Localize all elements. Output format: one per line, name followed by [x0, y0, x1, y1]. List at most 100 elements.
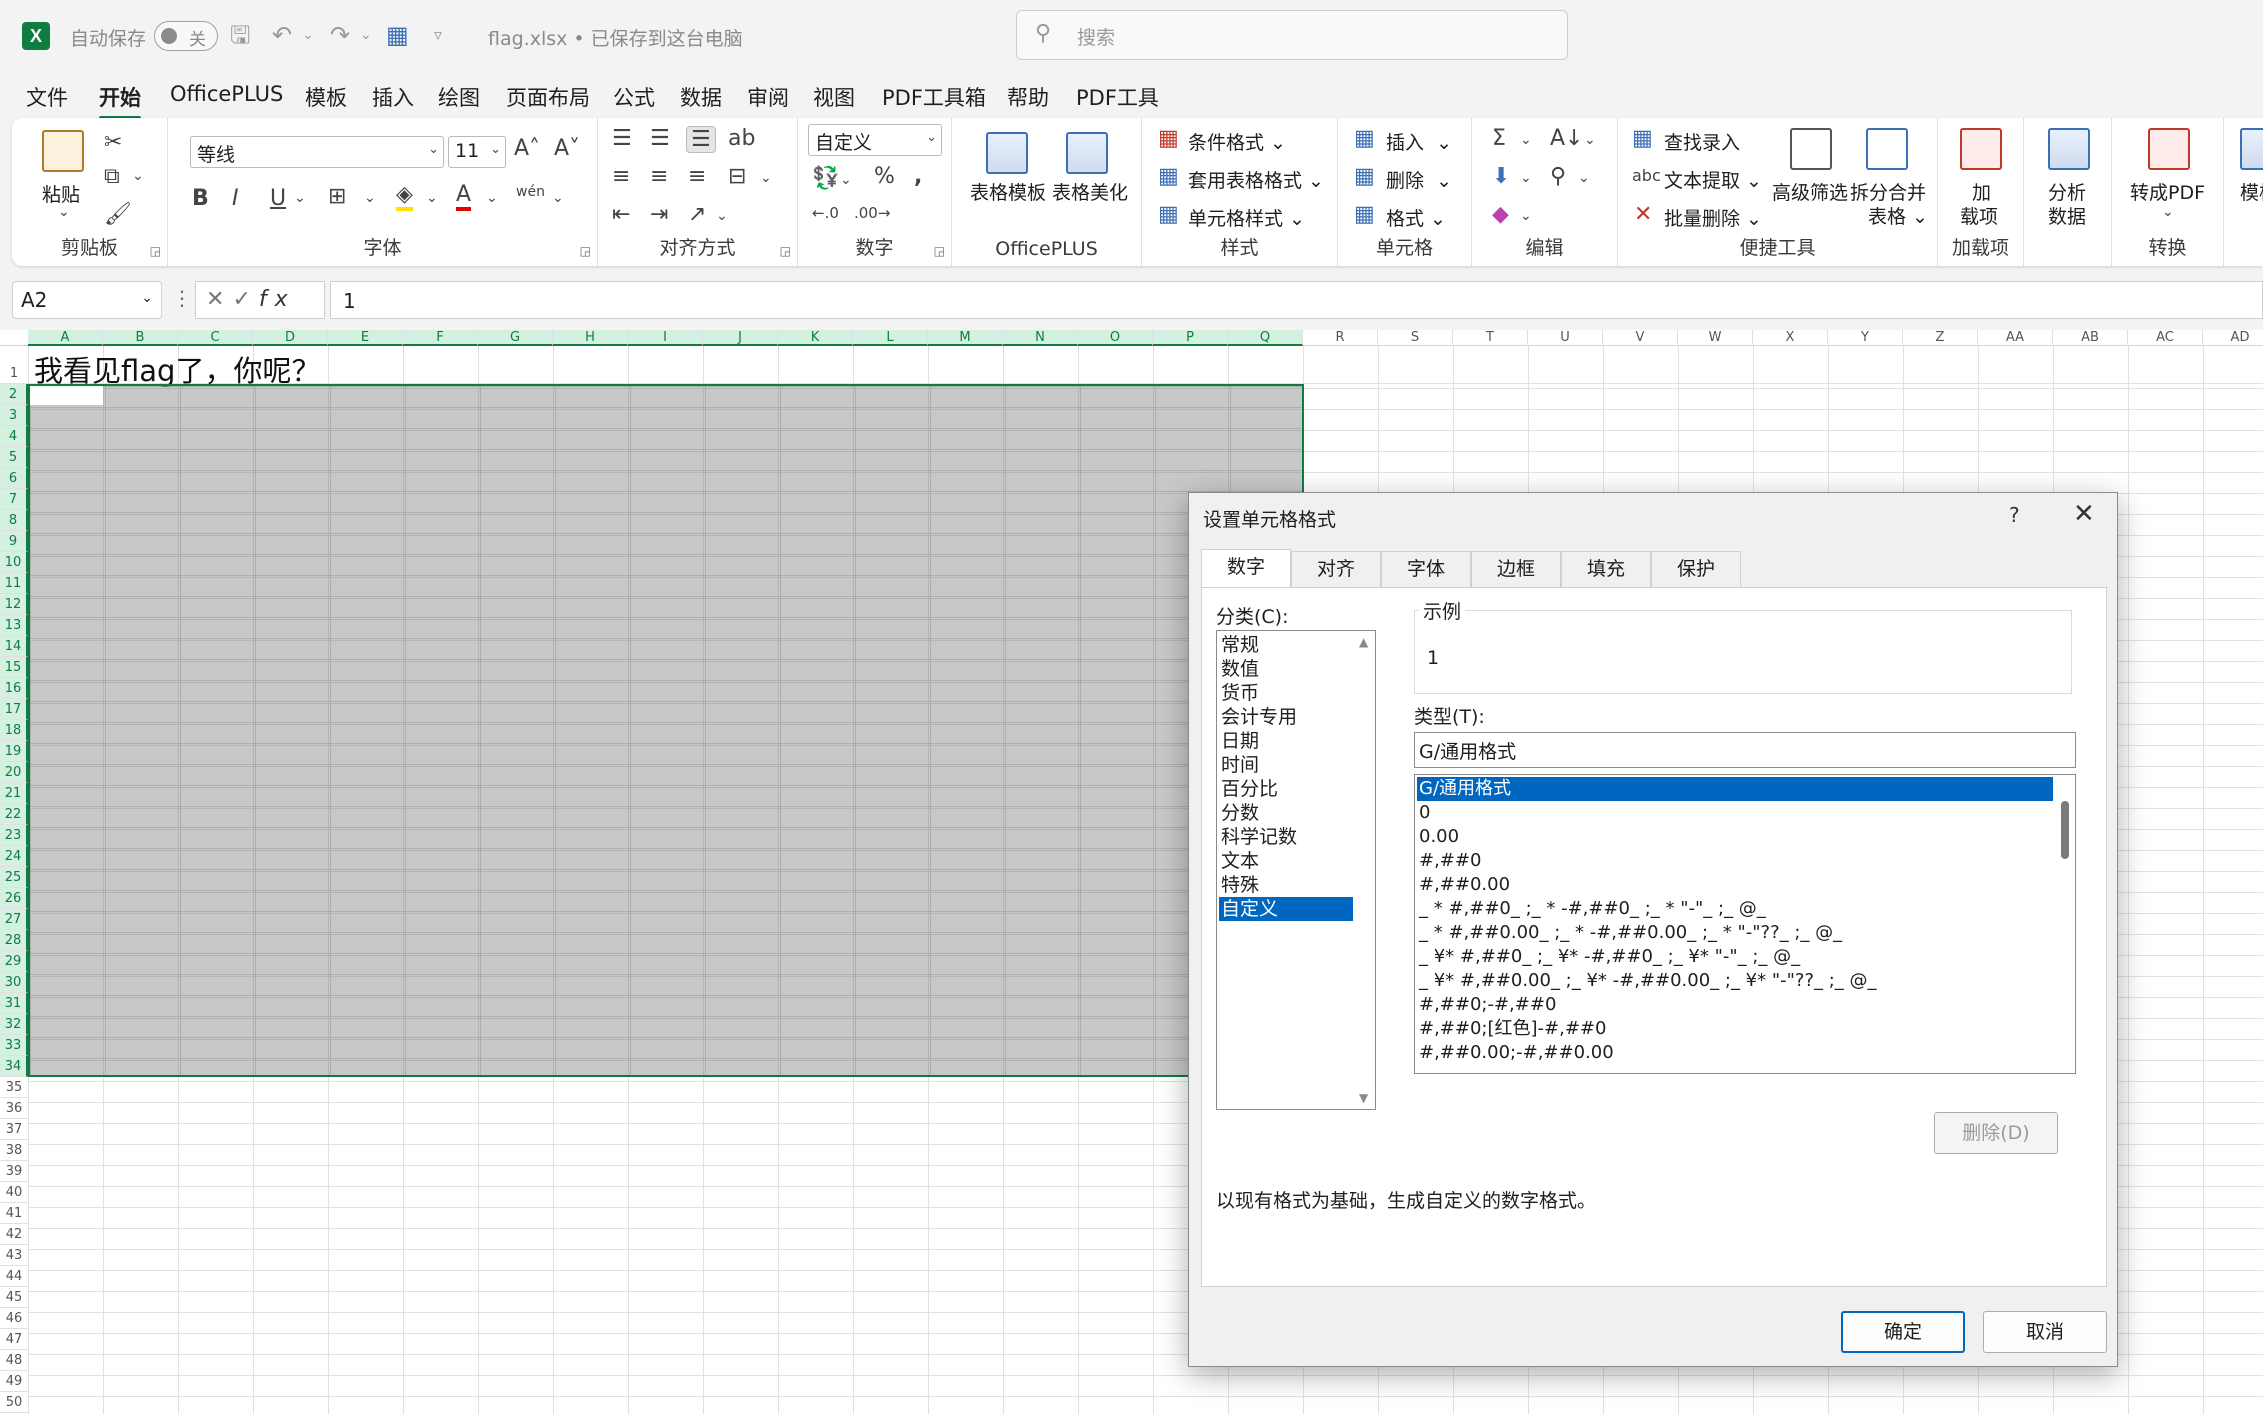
row-header[interactable]: 2 [0, 384, 28, 405]
addins-button-line2[interactable]: 载项 [1960, 202, 1998, 229]
row-header[interactable]: 43 [0, 1245, 28, 1266]
format-item[interactable]: G/通用格式 [1417, 777, 2053, 801]
table-style-icon[interactable]: ▦ [1158, 164, 1179, 189]
row-header[interactable]: 26 [0, 888, 28, 909]
delete-cells-icon[interactable]: ▦ [1354, 164, 1375, 189]
scroll-down-icon[interactable]: ▼ [1359, 1091, 1368, 1105]
orientation-icon[interactable]: ↗ [688, 202, 706, 227]
tab-fill[interactable]: 填充 [1561, 551, 1651, 587]
clipboard-launcher-icon[interactable]: ◲ [150, 244, 161, 258]
cancel-edit-icon[interactable]: ✕ [206, 287, 232, 312]
format-item[interactable]: #,##0;-#,##0 [1417, 993, 2053, 1017]
align-right-icon[interactable]: ≡ [688, 164, 706, 189]
table-template-button[interactable]: 表格模板 [970, 178, 1046, 205]
underline-dropdown-icon[interactable]: ⌄ [294, 190, 306, 206]
menu-data[interactable]: 数据 [680, 82, 722, 112]
undo-dropdown-icon[interactable]: ⌄ [302, 20, 314, 50]
row-header[interactable]: 3 [0, 405, 28, 426]
row-header[interactable]: 14 [0, 636, 28, 657]
analyze-data-line1[interactable]: 分析 [2048, 178, 2086, 205]
column-header[interactable]: Y [1828, 330, 1903, 346]
row-header[interactable]: 11 [0, 573, 28, 594]
format-scrollbar[interactable] [2055, 775, 2075, 1073]
accounting-dropdown-icon[interactable]: ⌄ [840, 172, 852, 188]
column-header[interactable]: L [853, 330, 928, 346]
percent-icon[interactable]: % [874, 164, 895, 189]
category-item[interactable]: 文本 [1219, 849, 1353, 873]
cell-style-icon[interactable]: ▦ [1158, 202, 1179, 227]
row-header[interactable]: 46 [0, 1308, 28, 1329]
row-header[interactable]: 16 [0, 678, 28, 699]
comma-style-icon[interactable]: , [914, 164, 922, 189]
column-header[interactable]: O [1078, 330, 1153, 346]
ok-button[interactable]: 确定 [1841, 1311, 1965, 1353]
clear-dropdown-icon[interactable]: ⌄ [1520, 208, 1532, 224]
scroll-up-icon[interactable]: ▲ [1359, 635, 1368, 649]
active-cell-a2[interactable] [30, 386, 103, 405]
clear-icon[interactable]: ◆ [1492, 202, 1509, 227]
pdf-icon[interactable] [2148, 128, 2190, 170]
column-header[interactable]: A [28, 330, 103, 346]
increase-indent-icon[interactable]: ⇥ [650, 202, 668, 227]
category-item[interactable]: 自定义 [1219, 897, 1353, 921]
decrease-font-icon[interactable]: A˅ [554, 136, 580, 161]
table-beautify-icon[interactable] [1066, 132, 1108, 174]
table-style-button[interactable]: 套用表格格式 ⌄ [1188, 166, 1324, 193]
cancel-button[interactable]: 取消 [1983, 1311, 2107, 1353]
increase-decimal-icon[interactable]: ←.0 [812, 204, 839, 222]
tab-alignment[interactable]: 对齐 [1291, 551, 1381, 587]
column-header[interactable]: D [253, 330, 328, 346]
autosum-dropdown-icon[interactable]: ⌄ [1520, 132, 1532, 148]
row-header[interactable]: 48 [0, 1350, 28, 1371]
format-item[interactable]: 0.00 [1417, 825, 2053, 849]
row-header[interactable]: 22 [0, 804, 28, 825]
row-header[interactable]: 31 [0, 993, 28, 1014]
paste-dropdown-icon[interactable]: ⌄ [58, 204, 70, 220]
lookup-entry-button[interactable]: 查找录入 [1664, 128, 1740, 155]
tab-number[interactable]: 数字 [1201, 549, 1291, 587]
menu-help[interactable]: 帮助 [1007, 82, 1049, 112]
help-icon[interactable]: ? [2009, 503, 2020, 527]
column-header[interactable]: AB [2053, 330, 2128, 346]
column-header[interactable]: V [1603, 330, 1678, 346]
category-item[interactable]: 常规 [1219, 633, 1353, 657]
italic-icon[interactable]: I [232, 186, 239, 211]
template-button[interactable]: 模板 [2240, 178, 2263, 205]
row-header[interactable]: 23 [0, 825, 28, 846]
insert-cells-icon[interactable]: ▦ [1354, 126, 1375, 151]
column-header[interactable]: Q [1228, 330, 1303, 346]
menu-file[interactable]: 文件 [26, 82, 68, 112]
delete-cells-button[interactable]: 删除 ⌄ [1386, 166, 1452, 193]
table-beautify-button[interactable]: 表格美化 [1052, 178, 1128, 205]
row-header[interactable]: 44 [0, 1266, 28, 1287]
bold-icon[interactable]: B [192, 186, 209, 211]
insert-cells-button[interactable]: 插入 ⌄ [1386, 128, 1452, 155]
column-header[interactable]: M [928, 330, 1003, 346]
category-list[interactable]: ▲ ▼ 常规 数值 货币 会计专用 日期 时间 百分比 分数 科学记数 文本 特殊 自定义 [1216, 630, 1376, 1110]
row-header[interactable]: 19 [0, 741, 28, 762]
column-header[interactable]: N [1003, 330, 1078, 346]
row-header[interactable]: 29 [0, 951, 28, 972]
fill-dropdown-icon[interactable]: ⌄ [426, 190, 438, 206]
menu-draw[interactable]: 绘图 [438, 82, 480, 112]
column-header[interactable]: S [1378, 330, 1453, 346]
column-header[interactable]: P [1153, 330, 1228, 346]
format-item[interactable]: #,##0;[红色]-#,##0 [1417, 1017, 2053, 1041]
orientation-dropdown-icon[interactable]: ⌄ [716, 208, 728, 224]
row-header[interactable]: 35 [0, 1077, 28, 1098]
category-item[interactable]: 日期 [1219, 729, 1353, 753]
batch-delete-button[interactable]: 批量删除 ⌄ [1664, 204, 1762, 231]
lookup-entry-icon[interactable]: ▦ [1632, 126, 1653, 151]
border-icon[interactable]: ⊞ [328, 184, 346, 209]
confirm-edit-icon[interactable]: ✓ [232, 287, 258, 312]
category-item[interactable]: 时间 [1219, 753, 1353, 777]
sort-filter-icon[interactable]: A↓ [1550, 126, 1583, 151]
row-header[interactable]: 9 [0, 531, 28, 552]
row-header[interactable]: 7 [0, 489, 28, 510]
row-header[interactable]: 20 [0, 762, 28, 783]
column-header[interactable]: U [1528, 330, 1603, 346]
format-item[interactable]: #,##0.00 [1417, 873, 2053, 897]
border-dropdown-icon[interactable]: ⌄ [364, 190, 376, 206]
row-header[interactable]: 15 [0, 657, 28, 678]
column-header[interactable]: I [628, 330, 703, 346]
